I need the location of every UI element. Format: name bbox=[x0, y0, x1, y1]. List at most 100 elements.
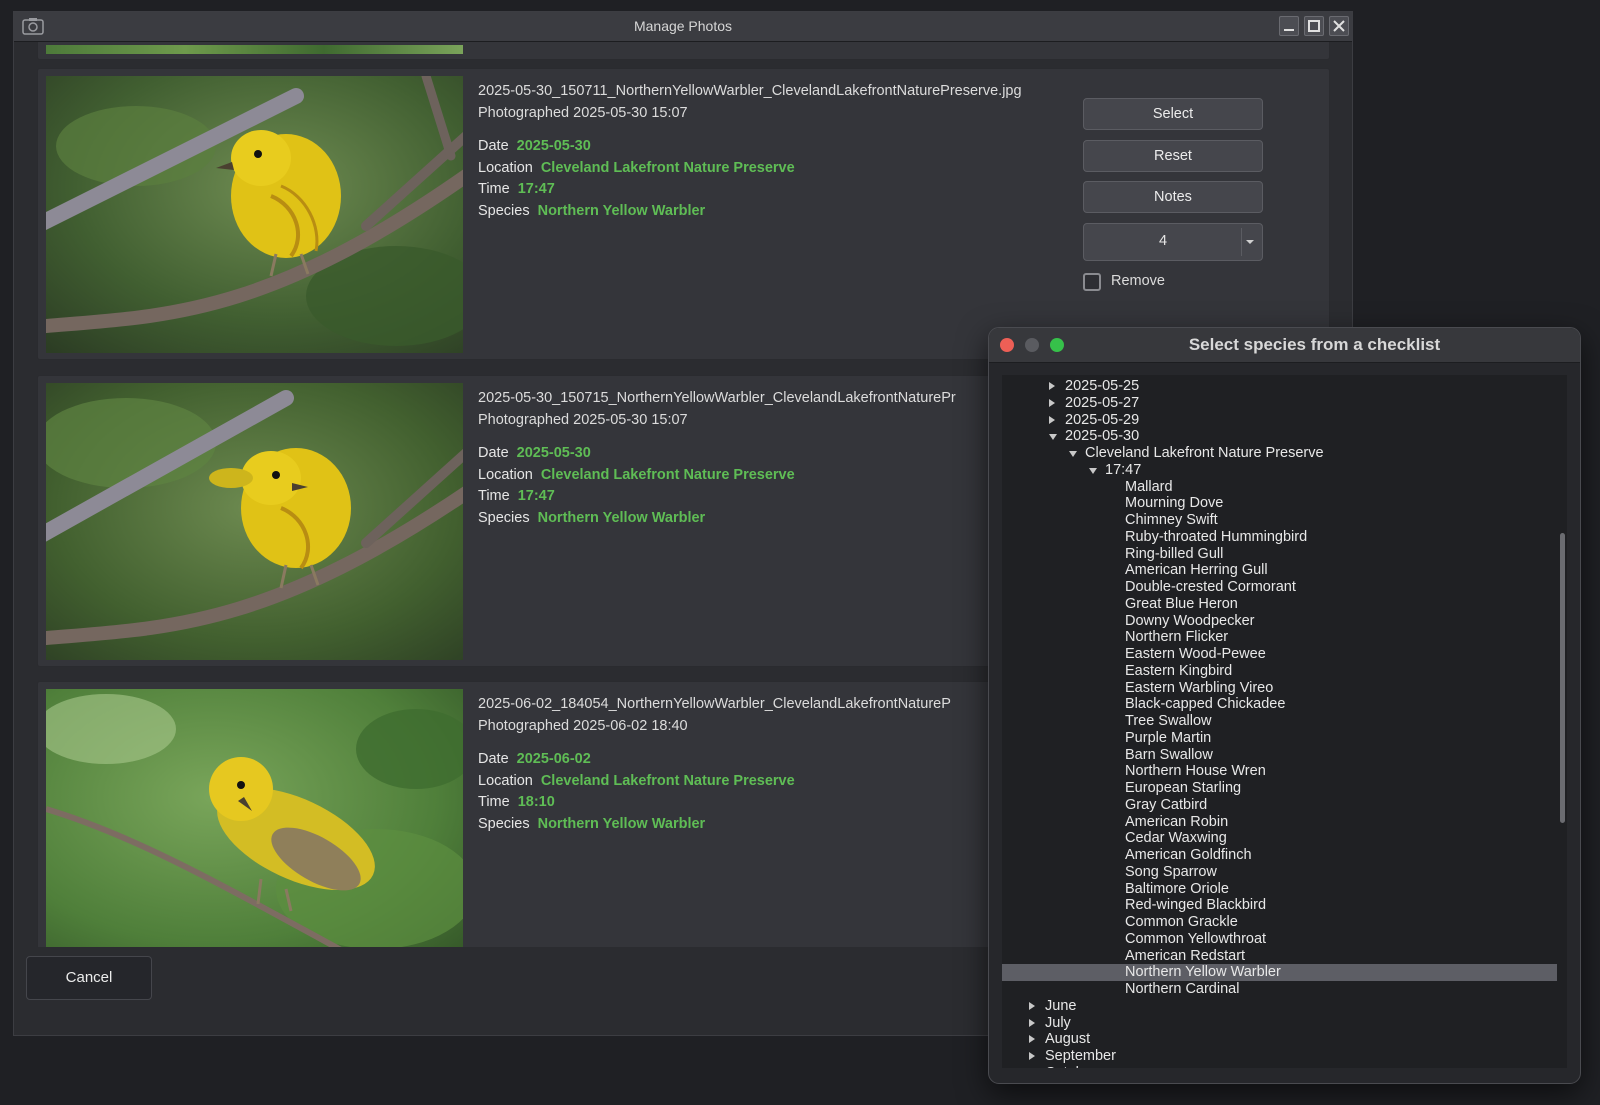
species-item[interactable]: Cedar Waxwing bbox=[1002, 830, 1557, 847]
location-value[interactable]: Cleveland Lakefront Nature Preserve bbox=[541, 773, 795, 789]
date-value[interactable]: 2025-05-30 bbox=[517, 138, 591, 154]
tree-node[interactable]: 2025-05-29 bbox=[1002, 412, 1557, 429]
species-item[interactable]: American Redstart bbox=[1002, 948, 1557, 965]
tree-scrollbar[interactable] bbox=[1560, 533, 1565, 823]
species-item[interactable]: Tree Swallow bbox=[1002, 713, 1557, 730]
disclosure-closed-icon[interactable] bbox=[1029, 1052, 1035, 1060]
species-item[interactable]: Common Yellowthroat bbox=[1002, 931, 1557, 948]
photographed-timestamp: Photographed 2025-05-30 15:07 bbox=[478, 105, 688, 121]
species-item[interactable]: Double-crested Cormorant bbox=[1002, 579, 1557, 596]
disclosure-open-icon[interactable] bbox=[1049, 434, 1057, 441]
species-label: Species bbox=[478, 202, 530, 219]
species-item[interactable]: Purple Martin bbox=[1002, 730, 1557, 747]
title-bar[interactable]: Manage Photos bbox=[14, 12, 1352, 42]
tree-node-label: June bbox=[1045, 997, 1077, 1014]
location-value[interactable]: Cleveland Lakefront Nature Preserve bbox=[541, 160, 795, 176]
species-value[interactable]: Northern Yellow Warbler bbox=[538, 816, 706, 832]
species-item[interactable]: Northern Yellow Warbler bbox=[1002, 964, 1557, 982]
species-item[interactable]: Mallard bbox=[1002, 479, 1557, 496]
disclosure-closed-icon[interactable] bbox=[1049, 382, 1055, 390]
time-field: Time 17:47 bbox=[478, 486, 974, 508]
species-item[interactable]: Northern Flicker bbox=[1002, 629, 1557, 646]
species-item[interactable]: Northern Cardinal bbox=[1002, 981, 1557, 998]
tree-node[interactable]: July bbox=[1002, 1015, 1557, 1032]
species-item[interactable]: American Goldfinch bbox=[1002, 847, 1557, 864]
dialog-title-bar[interactable]: Select species from a checklist bbox=[989, 328, 1580, 363]
species-item[interactable]: Ruby-throated Hummingbird bbox=[1002, 529, 1557, 546]
species-item[interactable]: American Robin bbox=[1002, 814, 1557, 831]
species-item[interactable]: Black-capped Chickadee bbox=[1002, 696, 1557, 713]
disclosure-closed-icon[interactable] bbox=[1049, 415, 1055, 424]
checklist-tree[interactable]: OctoberSeptemberAugustJulyJune Northern C… bbox=[1002, 375, 1567, 1068]
location-value[interactable]: Cleveland Lakefront Nature Preserve bbox=[541, 467, 795, 483]
tree-node[interactable]: 17:47 bbox=[1002, 462, 1557, 479]
species-item[interactable]: Song Sparrow bbox=[1002, 864, 1557, 881]
species-item[interactable]: Baltimore Oriole bbox=[1002, 881, 1557, 898]
date-field: Date 2025-05-30 bbox=[478, 443, 974, 465]
time-value[interactable]: 17:47 bbox=[518, 181, 555, 197]
species-item[interactable]: Eastern Warbling Vireo bbox=[1002, 680, 1557, 697]
tree-node-label: Great Blue Heron bbox=[1125, 595, 1238, 612]
tree-node[interactable]: June bbox=[1002, 998, 1557, 1015]
species-item[interactable]: Mourning Dove bbox=[1002, 495, 1557, 512]
tree-node[interactable]: 2025-05-25 bbox=[1002, 378, 1557, 395]
disclosure-closed-icon[interactable] bbox=[1029, 1001, 1035, 1010]
tree-node[interactable]: 2025-05-27 bbox=[1002, 395, 1557, 412]
species-item[interactable]: American Herring Gull bbox=[1002, 562, 1557, 579]
species-item[interactable]: Northern House Wren bbox=[1002, 763, 1557, 780]
species-item[interactable]: Eastern Wood-Pewee bbox=[1002, 646, 1557, 663]
species-item[interactable]: Downy Woodpecker bbox=[1002, 613, 1557, 630]
species-value[interactable]: Northern Yellow Warbler bbox=[538, 203, 706, 219]
species-item[interactable]: Gray Catbird bbox=[1002, 797, 1557, 814]
select-button[interactable]: Select bbox=[1083, 98, 1263, 130]
dropdown-arrow[interactable] bbox=[1241, 228, 1258, 256]
species-item[interactable]: Great Blue Heron bbox=[1002, 596, 1557, 613]
species-item[interactable]: Chimney Swift bbox=[1002, 512, 1557, 529]
time-value[interactable]: 18:10 bbox=[518, 794, 555, 810]
species-field: Species Northern Yellow Warbler bbox=[478, 201, 1038, 223]
tree-node[interactable]: September bbox=[1002, 1048, 1557, 1065]
species-value[interactable]: Northern Yellow Warbler bbox=[538, 510, 706, 526]
photo-thumbnail[interactable] bbox=[46, 76, 463, 353]
tree-node-label: Ring-billed Gull bbox=[1125, 545, 1224, 562]
close-button[interactable] bbox=[1329, 16, 1349, 36]
date-label: Date bbox=[478, 751, 509, 767]
photo-thumbnail[interactable] bbox=[46, 689, 463, 947]
date-label: Date bbox=[478, 138, 509, 154]
tree-node[interactable]: Cleveland Lakefront Nature Preserve bbox=[1002, 445, 1557, 462]
disclosure-closed-icon[interactable] bbox=[1029, 1018, 1035, 1027]
minimize-button[interactable] bbox=[1279, 16, 1299, 36]
remove-checkbox[interactable] bbox=[1083, 273, 1101, 291]
disclosure-closed-icon[interactable] bbox=[1029, 1035, 1035, 1044]
disclosure-open-icon[interactable] bbox=[1069, 451, 1077, 457]
location-field: Location Cleveland Lakefront Nature Prese… bbox=[478, 158, 1038, 180]
reset-button[interactable]: Reset bbox=[1083, 140, 1263, 172]
cancel-button[interactable]: Cancel bbox=[26, 956, 152, 1000]
tree-node[interactable]: 2025-05-30 bbox=[1002, 428, 1557, 445]
tree-node-label: Cleveland Lakefront Nature Preserve bbox=[1085, 445, 1324, 461]
date-value[interactable]: 2025-06-02 bbox=[517, 751, 591, 767]
species-item[interactable]: European Starling bbox=[1002, 780, 1557, 797]
tree-node-label: Common Yellowthroat bbox=[1125, 930, 1267, 947]
species-item[interactable]: Red-winged Blackbird bbox=[1002, 897, 1557, 914]
time-value[interactable]: 17:47 bbox=[518, 488, 555, 504]
species-item[interactable]: Ring-billed Gull bbox=[1002, 546, 1557, 563]
maximize-icon bbox=[1308, 20, 1320, 32]
count-dropdown[interactable]: 4 bbox=[1083, 223, 1263, 261]
notes-button[interactable]: Notes bbox=[1083, 181, 1263, 213]
disclosure-closed-icon[interactable] bbox=[1049, 398, 1055, 407]
photo-thumbnail[interactable] bbox=[46, 383, 463, 660]
tree-node[interactable]: August bbox=[1002, 1031, 1557, 1048]
species-item[interactable]: Eastern Kingbird bbox=[1002, 663, 1557, 680]
minimize-icon bbox=[1284, 29, 1294, 31]
species-item[interactable]: Barn Swallow bbox=[1002, 747, 1557, 764]
disclosure-open-icon[interactable] bbox=[1089, 467, 1097, 474]
photo-filename: 2025-05-30_150711_NorthernYellowWarbler_… bbox=[478, 83, 1022, 99]
tree-node[interactable]: October bbox=[1002, 1065, 1557, 1068]
species-item[interactable]: Common Grackle bbox=[1002, 914, 1557, 931]
tree-node-label: American Herring Gull bbox=[1125, 562, 1268, 579]
maximize-button[interactable] bbox=[1304, 16, 1324, 36]
location-field: Location Cleveland Lakefront Nature Prese… bbox=[478, 771, 974, 793]
tree-node-label: Ruby-throated Hummingbird bbox=[1125, 528, 1308, 545]
date-value[interactable]: 2025-05-30 bbox=[517, 445, 591, 461]
